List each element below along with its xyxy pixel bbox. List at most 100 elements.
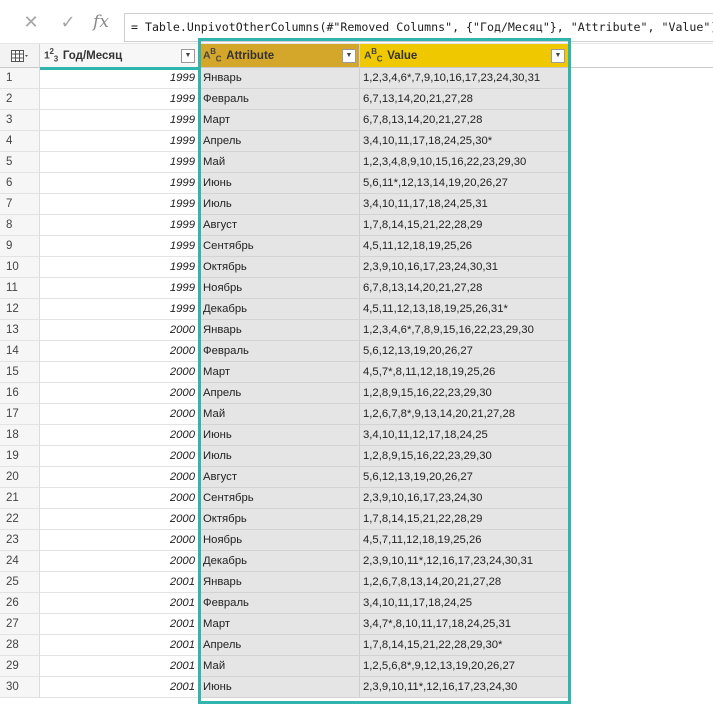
cell-attribute[interactable]: Февраль	[199, 89, 360, 110]
fx-icon[interactable]: fx	[88, 10, 114, 34]
table-row[interactable]: 22 2000 Октябрь 1,7,8,14,15,21,22,28,29	[0, 509, 713, 530]
cell-attribute[interactable]: Февраль	[199, 593, 360, 614]
cell-year[interactable]: 1999	[40, 236, 199, 257]
cell-year[interactable]: 1999	[40, 299, 199, 320]
table-row[interactable]: 8 1999 Август 1,7,8,14,15,21,22,28,29	[0, 215, 713, 236]
cell-attribute[interactable]: Август	[199, 215, 360, 236]
cell-value[interactable]: 6,7,13,14,20,21,27,28	[360, 89, 569, 110]
cell-value[interactable]: 2,3,9,10,11*,12,16,17,23,24,30	[360, 677, 569, 698]
cell-attribute[interactable]: Март	[199, 110, 360, 131]
table-row[interactable]: 18 2000 Июнь 3,4,10,11,12,17,18,24,25	[0, 425, 713, 446]
cell-value[interactable]: 6,7,8,13,14,20,21,27,28	[360, 278, 569, 299]
cell-year[interactable]: 2000	[40, 467, 199, 488]
cell-attribute[interactable]: Ноябрь	[199, 530, 360, 551]
table-row[interactable]: 19 2000 Июль 1,2,8,9,15,16,22,23,29,30	[0, 446, 713, 467]
cell-value[interactable]: 1,2,6,7,8*,9,13,14,20,21,27,28	[360, 404, 569, 425]
table-row[interactable]: 28 2001 Апрель 1,7,8,14,15,21,22,28,29,30*	[0, 635, 713, 656]
cell-attribute[interactable]: Январь	[199, 68, 360, 89]
cell-year[interactable]: 2000	[40, 488, 199, 509]
filter-dropdown-icon[interactable]: ▼	[342, 48, 356, 63]
cell-attribute[interactable]: Сентябрь	[199, 488, 360, 509]
cell-attribute[interactable]: Июнь	[199, 425, 360, 446]
cell-attribute[interactable]: Декабрь	[199, 299, 360, 320]
cell-value[interactable]: 2,3,9,10,16,17,23,24,30	[360, 488, 569, 509]
cell-year[interactable]: 2000	[40, 530, 199, 551]
cell-year[interactable]: 2001	[40, 635, 199, 656]
cell-attribute[interactable]: Декабрь	[199, 551, 360, 572]
table-row[interactable]: 21 2000 Сентябрь 2,3,9,10,16,17,23,24,30	[0, 488, 713, 509]
cell-year[interactable]: 1999	[40, 131, 199, 152]
filter-dropdown-icon[interactable]: ▼	[181, 48, 195, 63]
cell-value[interactable]: 2,3,9,10,11*,12,16,17,23,24,30,31	[360, 551, 569, 572]
cell-attribute[interactable]: Октябрь	[199, 257, 360, 278]
cell-attribute[interactable]: Апрель	[199, 131, 360, 152]
cell-value[interactable]: 5,6,12,13,19,20,26,27	[360, 341, 569, 362]
table-row[interactable]: 7 1999 Июль 3,4,10,11,17,18,24,25,31	[0, 194, 713, 215]
table-row[interactable]: 10 1999 Октябрь 2,3,9,10,16,17,23,24,30,31	[0, 257, 713, 278]
table-row[interactable]: 15 2000 Март 4,5,7*,8,11,12,18,19,25,26	[0, 362, 713, 383]
column-header-attribute[interactable]: ABC Attribute ▼	[199, 44, 360, 68]
cell-value[interactable]: 1,2,3,4,8,9,10,15,16,22,23,29,30	[360, 152, 569, 173]
cell-year[interactable]: 1999	[40, 257, 199, 278]
cell-value[interactable]: 4,5,11,12,18,19,25,26	[360, 236, 569, 257]
text-type-icon[interactable]: ABC	[203, 47, 222, 64]
filter-dropdown-icon[interactable]: ▼	[551, 48, 565, 63]
cell-value[interactable]: 1,7,8,14,15,21,22,28,29,30*	[360, 635, 569, 656]
cell-attribute[interactable]: Июль	[199, 194, 360, 215]
cell-year[interactable]: 2000	[40, 341, 199, 362]
cell-attribute[interactable]: Июнь	[199, 173, 360, 194]
table-row[interactable]: 2 1999 Февраль 6,7,13,14,20,21,27,28	[0, 89, 713, 110]
table-row[interactable]: 24 2000 Декабрь 2,3,9,10,11*,12,16,17,23,24…	[0, 551, 713, 572]
cell-value[interactable]: 4,5,7*,8,11,12,18,19,25,26	[360, 362, 569, 383]
cell-year[interactable]: 2000	[40, 383, 199, 404]
cell-value[interactable]: 1,7,8,14,15,21,22,28,29	[360, 509, 569, 530]
cell-attribute[interactable]: Март	[199, 614, 360, 635]
cell-year[interactable]: 1999	[40, 215, 199, 236]
table-row[interactable]: 20 2000 Август 5,6,12,13,19,20,26,27	[0, 467, 713, 488]
cell-value[interactable]: 6,7,8,13,14,20,21,27,28	[360, 110, 569, 131]
cell-year[interactable]: 2001	[40, 572, 199, 593]
cell-attribute[interactable]: Ноябрь	[199, 278, 360, 299]
cell-value[interactable]: 4,5,7,11,12,18,19,25,26	[360, 530, 569, 551]
cell-year[interactable]: 2001	[40, 677, 199, 698]
cell-year[interactable]: 2000	[40, 425, 199, 446]
table-row[interactable]: 9 1999 Сентябрь 4,5,11,12,18,19,25,26	[0, 236, 713, 257]
cell-attribute[interactable]: Май	[199, 152, 360, 173]
formula-input[interactable]: = Table.UnpivotOtherColumns(#"Removed Co…	[124, 13, 713, 42]
table-row[interactable]: 16 2000 Апрель 1,2,8,9,15,16,22,23,29,30	[0, 383, 713, 404]
table-row[interactable]: 14 2000 Февраль 5,6,12,13,19,20,26,27	[0, 341, 713, 362]
cell-year[interactable]: 1999	[40, 194, 199, 215]
cell-value[interactable]: 1,2,3,4,6*,7,9,10,16,17,23,24,30,31	[360, 68, 569, 89]
cell-attribute[interactable]: Май	[199, 656, 360, 677]
table-row[interactable]: 12 1999 Декабрь 4,5,11,12,13,18,19,25,26,31…	[0, 299, 713, 320]
table-row[interactable]: 26 2001 Февраль 3,4,10,11,17,18,24,25	[0, 593, 713, 614]
table-row[interactable]: 1 1999 Январь 1,2,3,4,6*,7,9,10,16,17,23,24…	[0, 68, 713, 89]
table-row[interactable]: 13 2000 Январь 1,2,3,4,6*,7,8,9,15,16,22,23…	[0, 320, 713, 341]
cell-value[interactable]: 1,2,3,4,6*,7,8,9,15,16,22,23,29,30	[360, 320, 569, 341]
table-row[interactable]: 3 1999 Март 6,7,8,13,14,20,21,27,28	[0, 110, 713, 131]
cell-year[interactable]: 2001	[40, 656, 199, 677]
cell-value[interactable]: 1,7,8,14,15,21,22,28,29	[360, 215, 569, 236]
cell-value[interactable]: 4,5,11,12,13,18,19,25,26,31*	[360, 299, 569, 320]
cell-attribute[interactable]: Январь	[199, 572, 360, 593]
cell-year[interactable]: 2000	[40, 446, 199, 467]
cell-year[interactable]: 1999	[40, 89, 199, 110]
table-row[interactable]: 11 1999 Ноябрь 6,7,8,13,14,20,21,27,28	[0, 278, 713, 299]
column-header-year[interactable]: 123 Год/Месяц ▼	[40, 44, 199, 68]
cell-attribute[interactable]: Март	[199, 362, 360, 383]
column-header-value[interactable]: ABC Value ▼	[360, 44, 569, 68]
cell-year[interactable]: 1999	[40, 68, 199, 89]
table-row[interactable]: 23 2000 Ноябрь 4,5,7,11,12,18,19,25,26	[0, 530, 713, 551]
cell-value[interactable]: 1,2,5,6,8*,9,12,13,19,20,26,27	[360, 656, 569, 677]
cell-attribute[interactable]: Январь	[199, 320, 360, 341]
cell-attribute[interactable]: Февраль	[199, 341, 360, 362]
table-row[interactable]: 4 1999 Апрель 3,4,10,11,17,18,24,25,30*	[0, 131, 713, 152]
cell-attribute[interactable]: Август	[199, 467, 360, 488]
table-row[interactable]: 17 2000 Май 1,2,6,7,8*,9,13,14,20,21,27,28	[0, 404, 713, 425]
table-row[interactable]: 25 2001 Январь 1,2,6,7,8,13,14,20,21,27,28	[0, 572, 713, 593]
cell-attribute[interactable]: Октябрь	[199, 509, 360, 530]
cell-year[interactable]: 2000	[40, 362, 199, 383]
cell-attribute[interactable]: Июнь	[199, 677, 360, 698]
cell-year[interactable]: 2000	[40, 404, 199, 425]
cell-value[interactable]: 3,4,10,11,17,18,24,25,31	[360, 194, 569, 215]
